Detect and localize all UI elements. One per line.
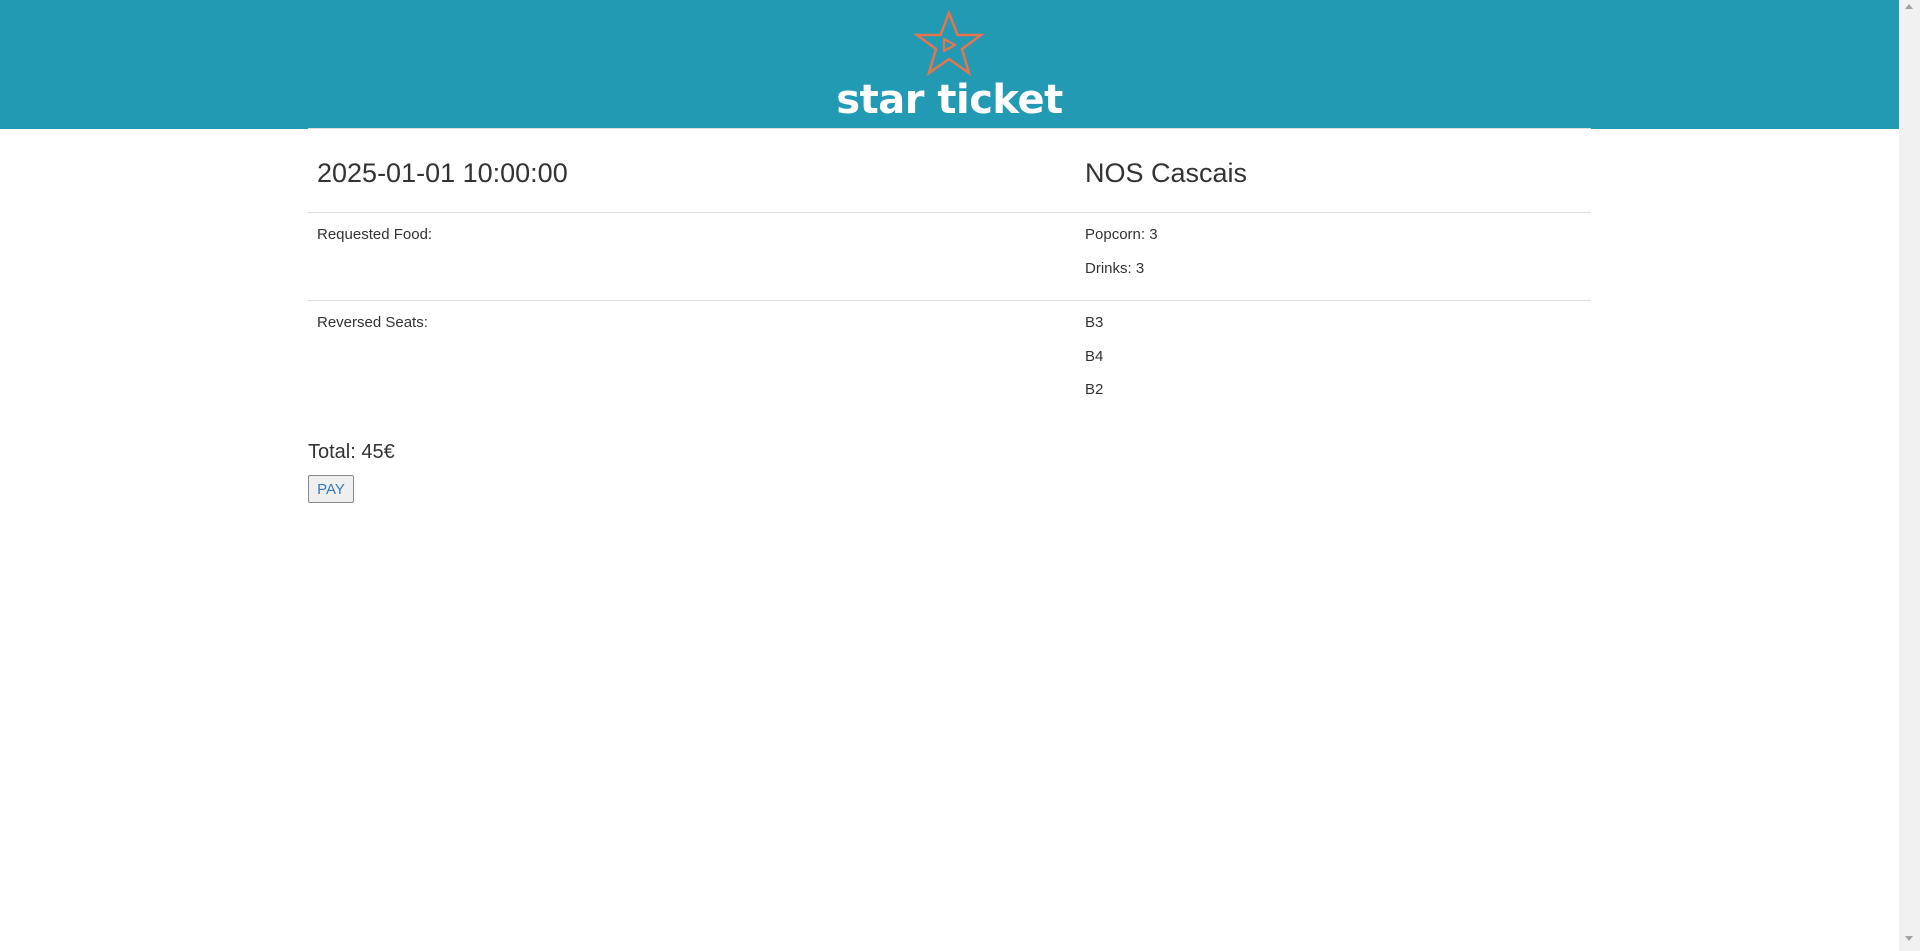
order-total: Total: 45€ (308, 441, 395, 463)
vertical-scrollbar[interactable] (1899, 0, 1920, 951)
food-list: Popcorn: 3 Drinks: 3 (1085, 225, 1158, 293)
pay-button[interactable]: PAY (308, 475, 354, 503)
brand-name[interactable]: star ticket (0, 75, 1899, 125)
star-logo-icon (913, 10, 985, 77)
scroll-up-arrow-icon[interactable] (1905, 4, 1913, 9)
page: star ticket 2025-01-01 10:00:00 NOS Casc… (0, 0, 1899, 948)
seat-item: B2 (1085, 381, 1104, 398)
food-row: Requested Food: Popcorn: 3 Drinks: 3 (308, 212, 1591, 300)
seats-row: Reversed Seats: B3 B4 B2 (308, 300, 1591, 416)
session-row: 2025-01-01 10:00:00 NOS Cascais (308, 129, 1591, 212)
site-header: star ticket (0, 0, 1899, 129)
cinema-name: NOS Cascais (1085, 158, 1248, 188)
order-summary-table: 2025-01-01 10:00:00 NOS Cascais Requeste… (308, 129, 1591, 416)
seat-item: B3 (1085, 314, 1104, 331)
seats-list: B3 B4 B2 (1085, 313, 1103, 414)
session-datetime: 2025-01-01 10:00:00 (317, 158, 568, 188)
seat-item: B4 (1085, 347, 1104, 365)
scroll-down-arrow-icon[interactable] (1905, 936, 1913, 941)
food-item: Drinks: 3 (1085, 260, 1145, 277)
seats-label: Reversed Seats: (317, 314, 428, 331)
food-label: Requested Food: (317, 226, 433, 243)
food-item: Popcorn: 3 (1085, 226, 1158, 243)
